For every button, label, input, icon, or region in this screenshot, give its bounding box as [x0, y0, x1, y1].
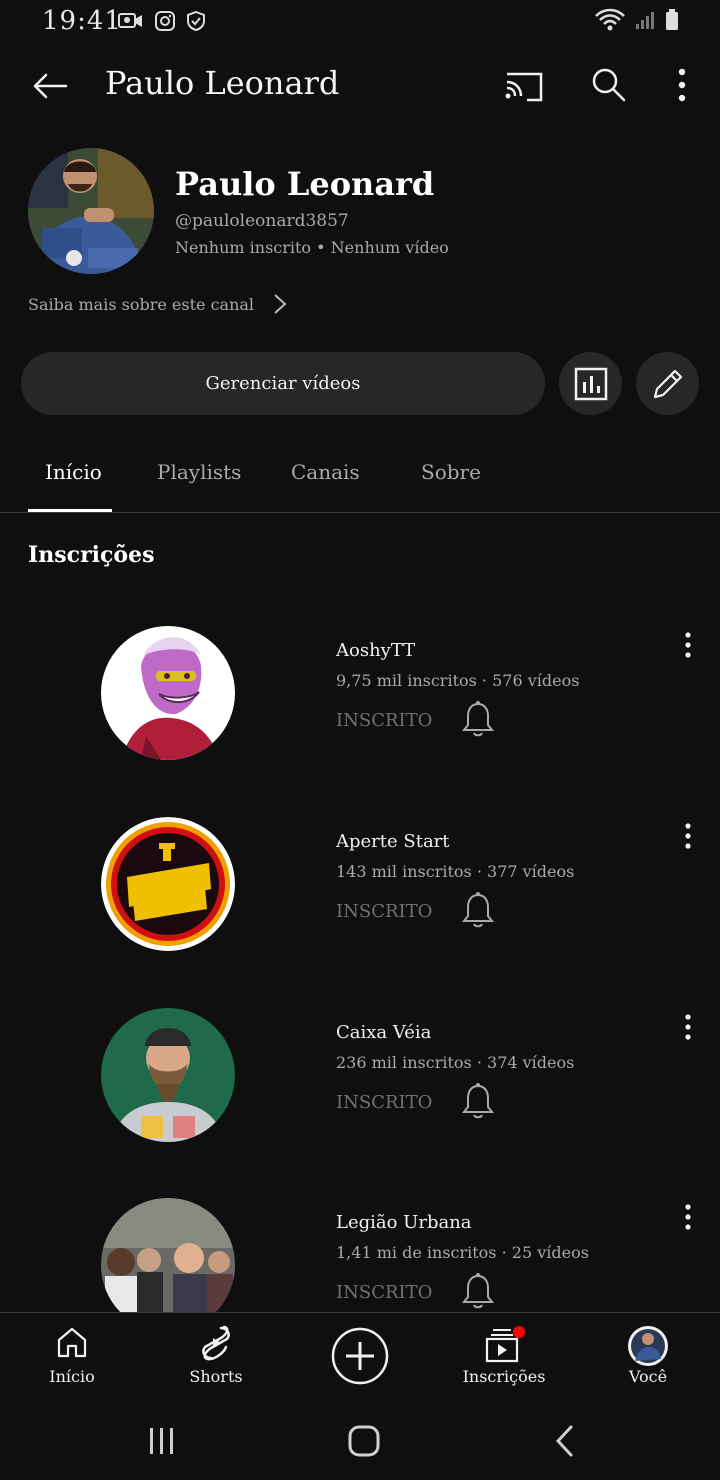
list-item[interactable]: Legião Urbana 1,41 mi de inscritos · 25 …	[0, 1198, 720, 1312]
active-tab-indicator	[28, 509, 112, 512]
list-item[interactable]: Caixa Véia 236 mil inscritos · 374 vídeo…	[0, 1008, 720, 1188]
pencil-icon	[653, 369, 682, 398]
nav-label: Início	[49, 1367, 95, 1386]
subscribed-button[interactable]: INSCRITO	[336, 1282, 432, 1303]
about-channel-label: Saiba mais sobre este canal	[28, 294, 255, 314]
analytics-button[interactable]	[559, 352, 622, 415]
create-button[interactable]	[305, 1313, 415, 1401]
app-bar: Paulo Leonard	[0, 50, 720, 122]
list-item[interactable]: Aperte Start 143 mil inscritos · 377 víd…	[0, 817, 720, 997]
home-button-icon[interactable]	[347, 1424, 381, 1458]
section-title: Inscrições	[28, 542, 155, 568]
nav-item-shorts[interactable]: Shorts	[161, 1313, 271, 1401]
more-vert-icon[interactable]	[664, 64, 700, 106]
nav-item-inicio[interactable]: Início	[17, 1313, 127, 1401]
back-arrow-icon[interactable]	[30, 66, 70, 106]
nav-item-voce[interactable]: Você	[593, 1313, 703, 1401]
channel-name: Paulo Leonard	[175, 165, 435, 203]
about-channel-link[interactable]: Saiba mais sobre este canal	[28, 292, 288, 316]
status-system-icons	[594, 8, 680, 32]
subscription-avatar[interactable]	[101, 1008, 235, 1142]
more-vert-icon[interactable]	[678, 823, 698, 849]
home-icon	[57, 1327, 87, 1358]
tab-inicio[interactable]: Início	[45, 460, 102, 484]
signal-icon	[636, 12, 654, 29]
subscription-avatar[interactable]	[101, 1198, 235, 1312]
channel-handle: @pauloleonard3857	[175, 211, 349, 231]
status-notification-icons	[118, 10, 206, 32]
edit-channel-button[interactable]	[636, 352, 699, 415]
subscription-name[interactable]: Aperte Start	[336, 831, 450, 852]
bottom-navigation: Início Shorts Inscrições Você	[0, 1312, 720, 1400]
cast-icon[interactable]	[503, 66, 545, 106]
channel-tabs: Início Playlists Canais Sobre	[0, 440, 720, 513]
subscribed-button[interactable]: INSCRITO	[336, 1092, 432, 1113]
bell-icon[interactable]	[462, 891, 494, 929]
subscription-name[interactable]: Legião Urbana	[336, 1212, 472, 1233]
nav-item-inscricoes[interactable]: Inscrições	[449, 1313, 559, 1401]
wifi-icon	[595, 8, 625, 31]
battery-icon	[666, 9, 678, 30]
more-vert-icon[interactable]	[678, 1204, 698, 1230]
manage-videos-button[interactable]: Gerenciar vídeos	[21, 352, 545, 415]
shorts-icon	[202, 1325, 230, 1361]
create-icon	[331, 1327, 389, 1385]
chevron-right-icon	[274, 294, 287, 314]
subscription-avatar[interactable]	[101, 817, 235, 951]
status-time: 19:41	[42, 6, 122, 36]
instagram-icon	[155, 11, 175, 31]
subscriptions-icon	[485, 1326, 525, 1363]
bell-icon[interactable]	[462, 1082, 494, 1120]
you-avatar-icon	[628, 1326, 668, 1366]
channel-stats: Nenhum inscrito • Nenhum vídeo	[175, 238, 449, 257]
subscription-meta: 236 mil inscritos · 374 vídeos	[336, 1053, 575, 1072]
status-bar: 19:41	[0, 0, 720, 44]
channel-avatar[interactable]	[28, 148, 154, 274]
search-icon[interactable]	[588, 64, 628, 104]
bell-icon[interactable]	[462, 700, 494, 738]
recent-apps-icon[interactable]	[147, 1426, 177, 1456]
shield-icon	[187, 10, 205, 32]
tab-canais[interactable]: Canais	[291, 460, 360, 484]
subscription-meta: 1,41 mi de inscritos · 25 vídeos	[336, 1243, 589, 1262]
video-call-icon	[118, 13, 142, 28]
list-item[interactable]: AoshyTT 9,75 mil inscritos · 576 vídeos …	[0, 626, 720, 806]
subscription-avatar[interactable]	[101, 626, 235, 760]
system-navigation	[0, 1400, 720, 1480]
nav-label: Shorts	[189, 1367, 243, 1386]
more-vert-icon[interactable]	[678, 632, 698, 658]
nav-label: Inscrições	[462, 1367, 546, 1386]
analytics-icon	[574, 367, 607, 400]
nav-label: Você	[628, 1367, 668, 1386]
subscription-meta: 9,75 mil inscritos · 576 vídeos	[336, 671, 580, 690]
subscription-name[interactable]: AoshyTT	[336, 640, 415, 661]
subscribed-button[interactable]: INSCRITO	[336, 710, 432, 731]
subscription-meta: 143 mil inscritos · 377 vídeos	[336, 862, 575, 881]
more-vert-icon[interactable]	[678, 1014, 698, 1040]
bell-icon[interactable]	[462, 1272, 494, 1310]
tab-sobre[interactable]: Sobre	[421, 460, 481, 484]
back-nav-icon[interactable]	[552, 1424, 578, 1458]
subscribed-button[interactable]: INSCRITO	[336, 901, 432, 922]
page-title: Paulo Leonard	[105, 64, 340, 102]
subscription-name[interactable]: Caixa Véia	[336, 1022, 431, 1043]
manage-videos-label: Gerenciar vídeos	[205, 373, 361, 394]
tab-playlists[interactable]: Playlists	[157, 460, 241, 484]
